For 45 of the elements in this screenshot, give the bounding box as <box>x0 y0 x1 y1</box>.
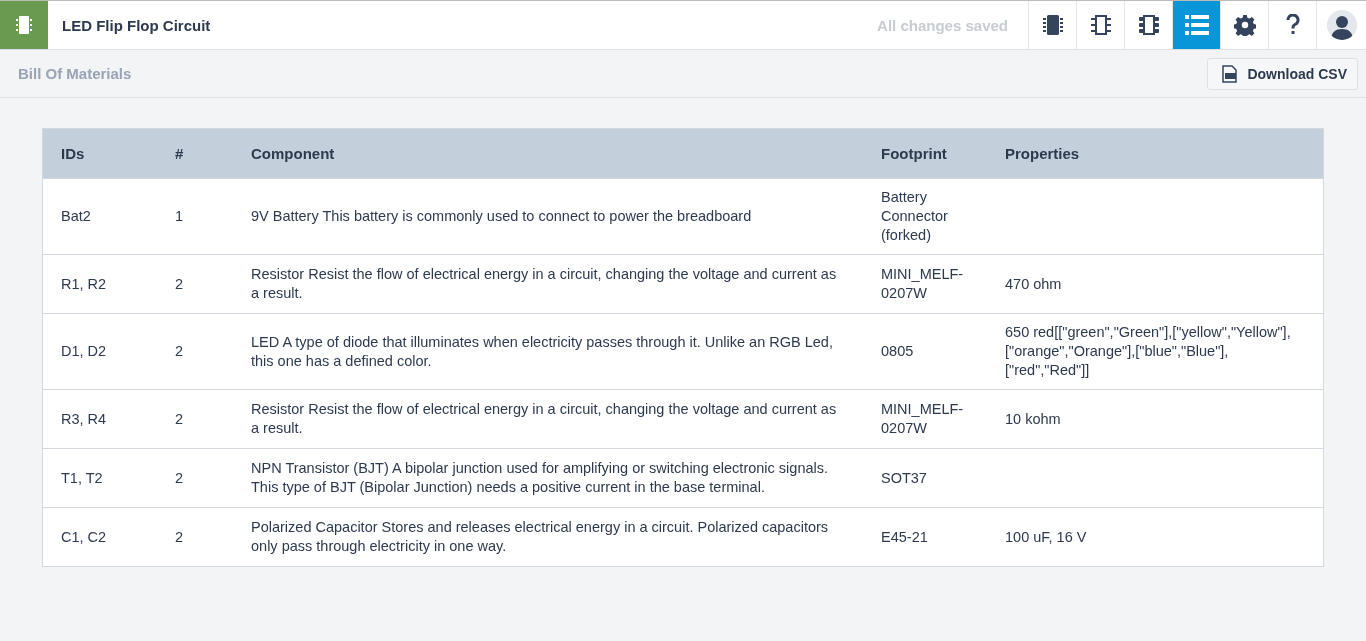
table-cell: Resistor Resist the flow of electrical energy in a circuit, changing the voltage and current as a result. <box>251 401 837 436</box>
table-cell: 100 uF, 16 V <box>1005 528 1087 545</box>
table-cell: SOT37 <box>881 469 927 486</box>
gear-icon <box>1233 14 1256 36</box>
table-cell: Resistor Resist the flow of electrical energy in a circuit, changing the voltage and current as a result. <box>251 266 837 301</box>
table-cell: R3, R4 <box>61 410 107 427</box>
chip-outline-icon <box>1090 14 1111 36</box>
table-cell: 2 <box>175 343 184 359</box>
question-mark-icon <box>1285 14 1300 36</box>
table-cell: 10 kohm <box>1005 410 1061 427</box>
column-header: Component <box>233 128 863 179</box>
column-header: # <box>157 128 233 179</box>
file-icon <box>1222 64 1239 83</box>
table-cell: 9V Battery This battery is commonly used to connect to power the breadboard <box>251 208 752 224</box>
table-cell: 470 ohm <box>1005 275 1062 292</box>
table-cell: E45-21 <box>881 528 928 545</box>
save-status: All changes saved <box>877 16 1008 34</box>
table-cell: 2 <box>175 275 184 292</box>
table-cell: 2 <box>175 410 184 427</box>
table-cell: T1, T2 <box>61 469 103 486</box>
table-cell: D1, D2 <box>61 343 107 359</box>
table-cell: 2 <box>175 469 184 486</box>
column-header: Footprint <box>863 128 987 179</box>
table-cell: MINI_MELF-0207W <box>881 401 964 436</box>
download-csv-button[interactable]: Download CSV <box>1207 57 1358 90</box>
table-cell: 1 <box>175 208 184 224</box>
table-cell: Polarized Capacitor Stores and releases electrical energy in a circuit. Polarized capacitors only pass through electricity in one way. <box>251 519 829 554</box>
column-header: IDs <box>42 128 157 179</box>
column-header: Properties <box>987 128 1324 179</box>
table-cell: NPN Transistor (BJT) A bipolar junction used for amplifying or switching electronic signals. This type of BJT (Bipolar Junction) needs a positive current in the base terminal. <box>251 460 829 495</box>
table-cell: LED A type of diode that illuminates when electricity passes through it. Unlike an RGB Led, this one has a defined color. <box>251 333 833 369</box>
list-icon <box>1184 14 1209 36</box>
table-cell: R1, R2 <box>61 275 107 292</box>
table-cell: Battery Connector (forked) <box>881 189 948 243</box>
project-title: LED Flip Flop Circuit <box>62 16 212 34</box>
table-cell: 2 <box>175 528 184 545</box>
table-cell: Bat2 <box>61 208 91 224</box>
table-cell: 0805 <box>881 343 914 359</box>
table-cell: 650 red[["green","Green"],["yellow","Yellow"],["orange","Orange"],["blue","Blue"],["red","Red"]] <box>1005 324 1291 378</box>
chip-icon <box>1042 14 1063 36</box>
board-icon <box>1138 14 1159 36</box>
app-logo[interactable] <box>0 1 48 49</box>
table-cell: MINI_MELF-0207W <box>881 266 964 301</box>
table-cell: C1, C2 <box>61 528 107 545</box>
page-title: Bill Of Materials <box>18 65 132 82</box>
